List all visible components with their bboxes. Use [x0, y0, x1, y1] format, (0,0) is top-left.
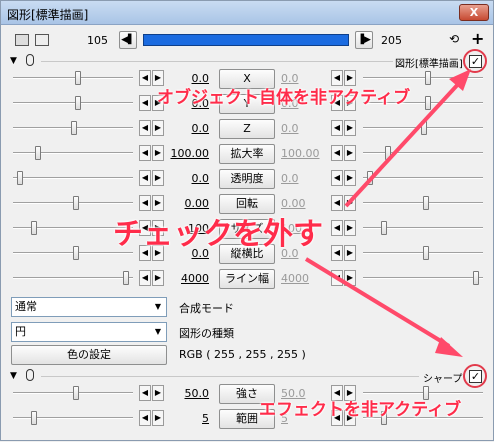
arrow-2 [304, 257, 451, 348]
annotation-text-1: オブジェクト自体を非アクティブ [157, 88, 411, 108]
properties-window: 図形[標準描画] X 105 ◀▌ ▐▶ 205 ⟲ + ▼ 図形[標準描画] … [0, 0, 494, 441]
annotation-text-2: チェックを外す [113, 217, 323, 252]
annotation-text-3: エフェクトを非アクティブ [259, 400, 462, 420]
